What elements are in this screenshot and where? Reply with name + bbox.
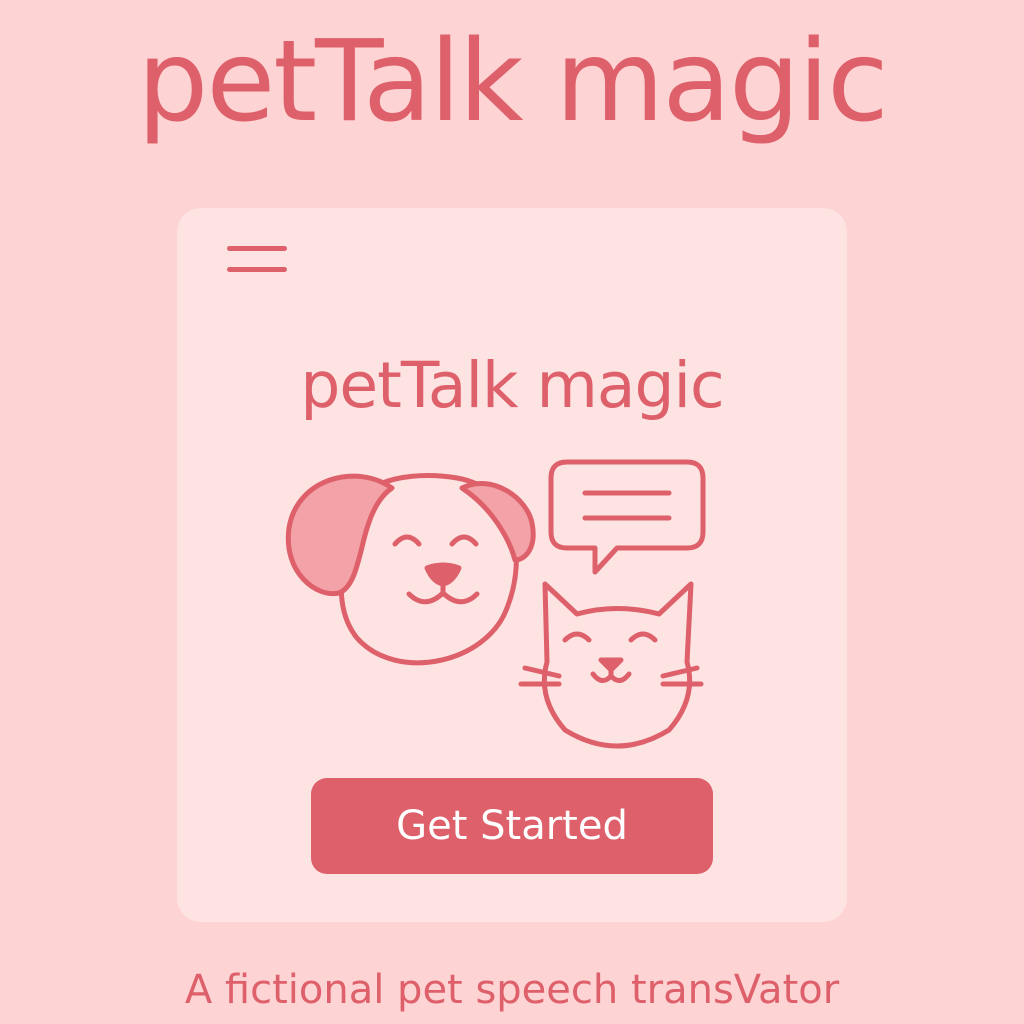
menu-line [227, 267, 287, 272]
tagline: A fictional pet speech transVator [184, 967, 840, 1013]
hamburger-menu-icon[interactable] [225, 242, 289, 276]
menu-line [227, 246, 287, 251]
card-title: petTalk magic [300, 349, 724, 422]
get-started-button[interactable]: Get Started [311, 778, 713, 874]
page-title: petTalk magic [137, 17, 889, 147]
cat-face-icon [518, 581, 704, 749]
pet-illustration [285, 459, 706, 749]
app-card: petTalk magic Get Started [177, 208, 847, 922]
speech-bubble-icon [548, 459, 706, 575]
dog-face-icon [285, 473, 536, 666]
